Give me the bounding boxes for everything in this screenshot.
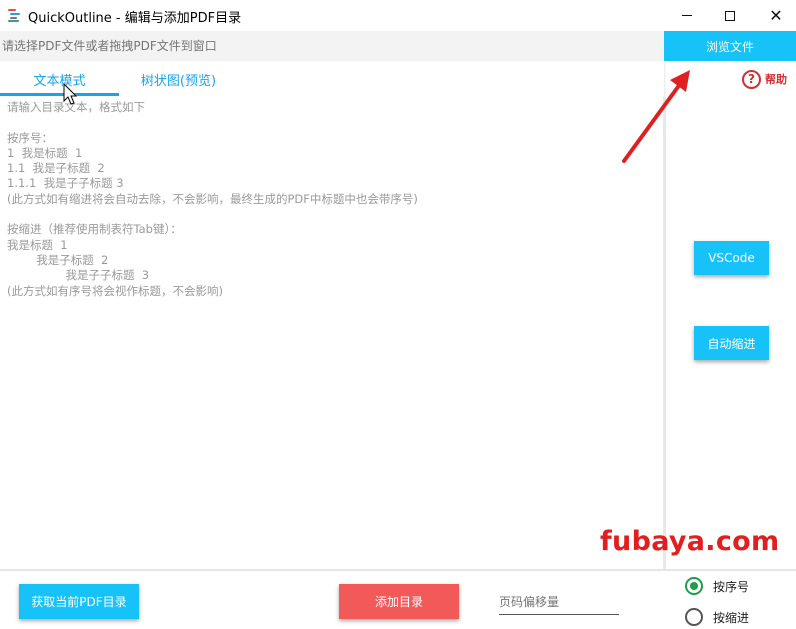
maximize-button[interactable] [707,0,753,31]
minimize-icon [682,15,692,16]
editor-placeholder: 请输入目录文本，格式如下 按序号： 1 我是标题 1 1.1 我是子标题 2 1… [7,100,418,298]
get-current-outline-button[interactable]: 获取当前PDF目录 [19,584,139,619]
app-logo-icon [8,8,22,22]
help-icon: ? [742,69,761,89]
outline-text-editor[interactable]: 请输入目录文本，格式如下 按序号： 1 我是标题 1 1.1 我是子标题 2 1… [0,97,663,569]
auto-indent-button[interactable]: 自动缩进 [694,326,769,360]
active-tab-indicator [0,93,119,96]
radio-checked-icon [685,577,703,595]
radio-by-indent[interactable]: 按缩进 [685,607,749,627]
radio-by-sequence[interactable]: 按序号 [685,576,749,596]
close-button[interactable]: ✕ [753,0,796,31]
watermark-text: fubaya.com [600,526,780,557]
add-outline-button[interactable]: 添加目录 [339,584,459,619]
pdf-path-input[interactable] [0,31,664,61]
tab-tree-preview[interactable]: 树状图(预览) [119,61,238,97]
maximize-icon [725,10,735,21]
vscode-button[interactable]: VSCode [694,241,769,275]
window-title: QuickOutline - 编辑与添加PDF目录 [28,11,242,26]
page-offset-input[interactable] [499,589,619,615]
mode-tabs: 文本模式 树状图(预览) [0,61,664,97]
radio-unchecked-icon [685,608,703,626]
close-icon: ✕ [769,6,783,25]
radio-sequence-label: 按序号 [713,579,750,594]
title-bar: QuickOutline - 编辑与添加PDF目录 ✕ [0,0,796,31]
annotation-arrowhead-icon [670,70,690,92]
help-link[interactable]: ? 帮助 [742,68,787,90]
tab-text-mode[interactable]: 文本模式 [0,61,119,97]
browse-file-button[interactable]: 浏览文件 [664,31,796,61]
radio-indent-label: 按缩进 [713,610,750,625]
minimize-button[interactable] [664,0,710,31]
help-label: 帮助 [765,73,787,86]
